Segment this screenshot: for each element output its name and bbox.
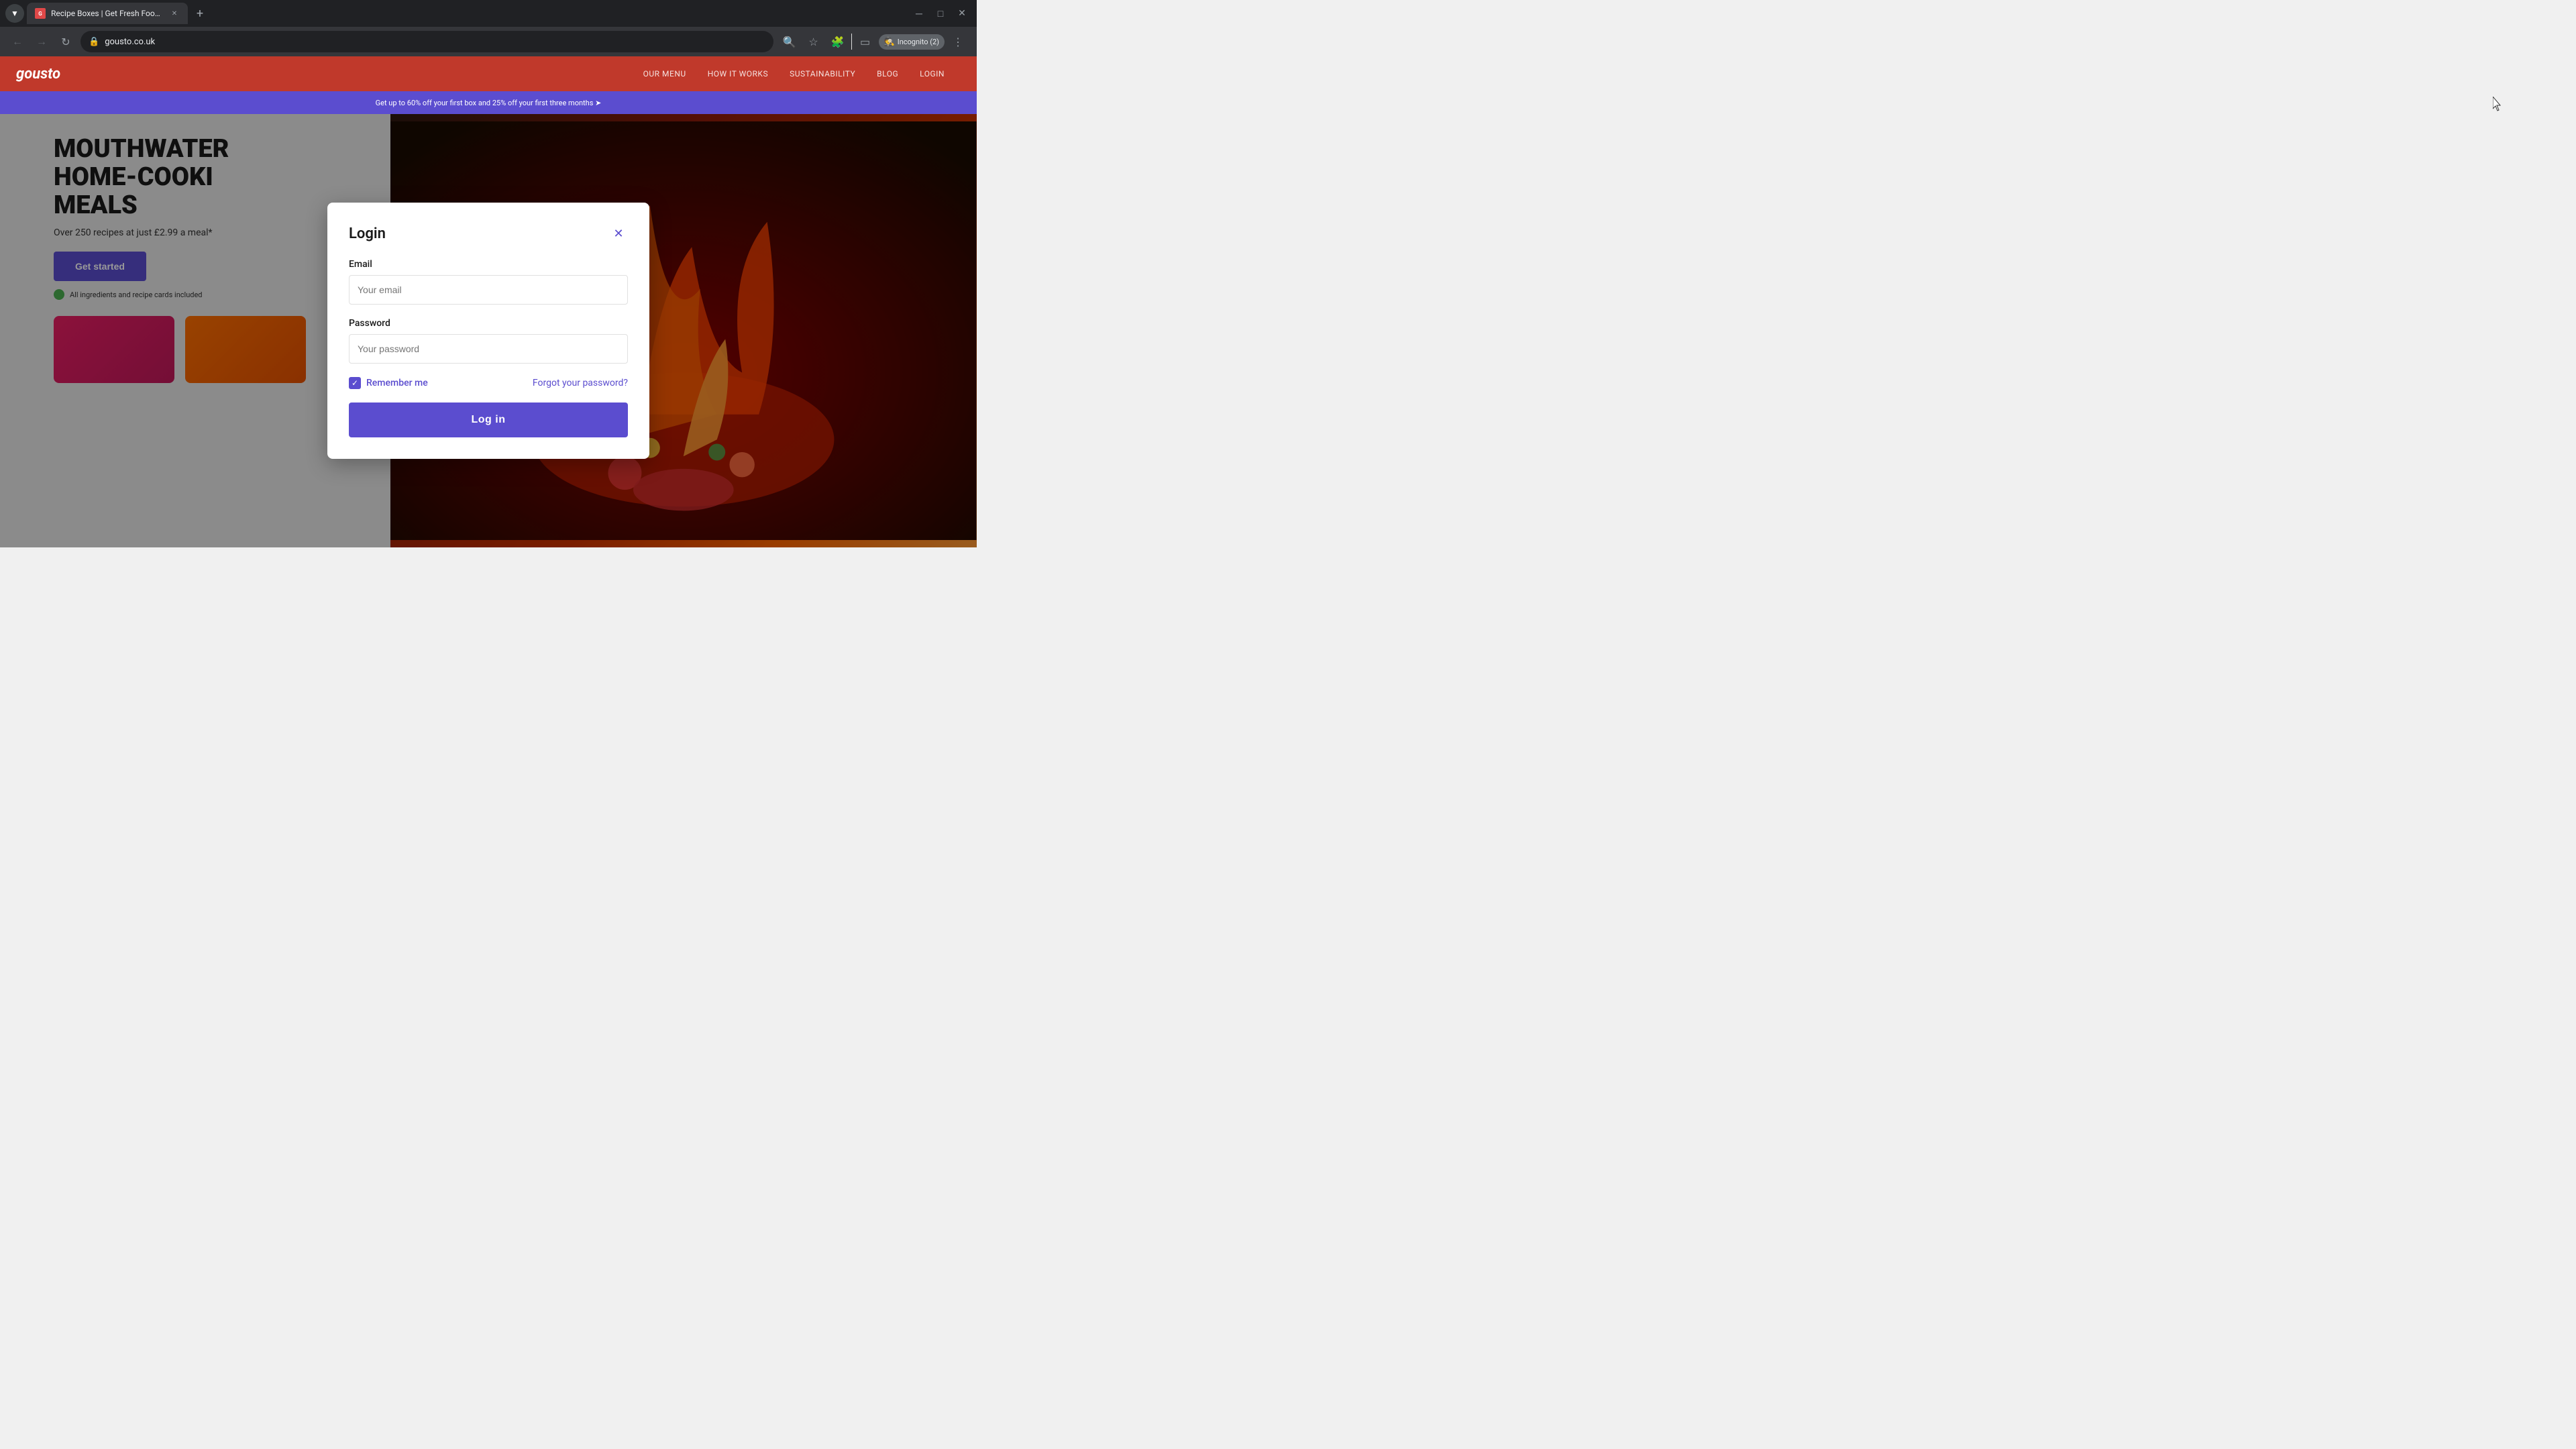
promo-text: Get up to 60% off your first box and 25%… xyxy=(376,99,602,107)
site-header: gousto OUR MENU HOW IT WORKS SUSTAINABIL… xyxy=(0,56,977,91)
promo-bar[interactable]: Get up to 60% off your first box and 25%… xyxy=(0,91,977,114)
search-button[interactable]: 🔍 xyxy=(779,31,800,52)
forgot-password-link[interactable]: Forgot your password? xyxy=(533,378,628,388)
modal-header: Login ✕ xyxy=(349,224,628,243)
tab-close-button[interactable]: ✕ xyxy=(169,8,180,19)
password-label: Password xyxy=(349,318,628,329)
minimize-button[interactable]: ─ xyxy=(910,4,928,23)
tab-title: Recipe Boxes | Get Fresh Food ... xyxy=(51,9,164,18)
menu-button[interactable]: ⋮ xyxy=(947,31,969,52)
gousto-logo: gousto xyxy=(16,66,60,83)
login-button[interactable]: Log in xyxy=(349,402,628,437)
incognito-label: Incognito (2) xyxy=(898,38,939,46)
toolbar-right: 🔍 ☆ 🧩 ▭ 🕵 Incognito (2) ⋮ xyxy=(779,31,969,52)
modal-overlay[interactable]: Login ✕ Email Password ✓ Remember me xyxy=(0,114,977,547)
tab-bar: ▼ G Recipe Boxes | Get Fresh Food ... ✕ … xyxy=(0,0,977,27)
url-text: gousto.co.uk xyxy=(105,37,155,47)
browser-chrome: ▼ G Recipe Boxes | Get Fresh Food ... ✕ … xyxy=(0,0,977,56)
email-label: Email xyxy=(349,259,628,270)
nav-our-menu[interactable]: OUR MENU xyxy=(643,69,686,78)
modal-title: Login xyxy=(349,225,386,242)
mouse-cursor xyxy=(2493,97,2504,111)
tab-group-toggle[interactable]: ▼ xyxy=(5,4,24,23)
email-field-group: Email xyxy=(349,259,628,305)
remember-me-container[interactable]: ✓ Remember me xyxy=(349,377,428,389)
remember-me-label: Remember me xyxy=(366,378,428,388)
maximize-button[interactable]: □ xyxy=(931,4,950,23)
new-tab-button[interactable]: + xyxy=(191,4,209,23)
header-nav: OUR MENU HOW IT WORKS SUSTAINABILITY BLO… xyxy=(643,69,945,78)
refresh-button[interactable]: ↻ xyxy=(56,32,75,51)
nav-login[interactable]: LOGIN xyxy=(920,69,945,78)
forward-button[interactable]: → xyxy=(32,32,51,51)
nav-sustainability[interactable]: SUSTAINABILITY xyxy=(790,69,855,78)
active-tab[interactable]: G Recipe Boxes | Get Fresh Food ... ✕ xyxy=(27,3,188,24)
bg-content: MOUTHWATER HOME-COOKI MEALS Over 250 rec… xyxy=(0,114,977,547)
split-view-button[interactable]: ▭ xyxy=(855,31,876,52)
incognito-badge[interactable]: 🕵 Incognito (2) xyxy=(879,34,945,50)
password-field-group: Password xyxy=(349,318,628,364)
close-window-button[interactable]: ✕ xyxy=(953,4,971,23)
window-controls: ─ □ ✕ xyxy=(910,4,971,23)
nav-blog[interactable]: BLOG xyxy=(877,69,898,78)
bookmark-button[interactable]: ☆ xyxy=(803,31,824,52)
website: gousto OUR MENU HOW IT WORKS SUSTAINABIL… xyxy=(0,56,977,547)
modal-close-button[interactable]: ✕ xyxy=(609,224,628,243)
email-input[interactable] xyxy=(349,275,628,305)
nav-how-it-works[interactable]: HOW IT WORKS xyxy=(708,69,768,78)
password-input[interactable] xyxy=(349,334,628,364)
address-bar: ← → ↻ 🔒 gousto.co.uk 🔍 ☆ 🧩 ▭ 🕵 Incognito… xyxy=(0,27,977,56)
extensions-button[interactable]: 🧩 xyxy=(827,31,849,52)
back-button[interactable]: ← xyxy=(8,32,27,51)
tab-favicon: G xyxy=(35,8,46,19)
remember-me-checkbox[interactable]: ✓ xyxy=(349,377,361,389)
login-modal: Login ✕ Email Password ✓ Remember me xyxy=(327,203,649,459)
url-bar[interactable]: 🔒 gousto.co.uk xyxy=(80,31,773,52)
form-options: ✓ Remember me Forgot your password? xyxy=(349,377,628,389)
